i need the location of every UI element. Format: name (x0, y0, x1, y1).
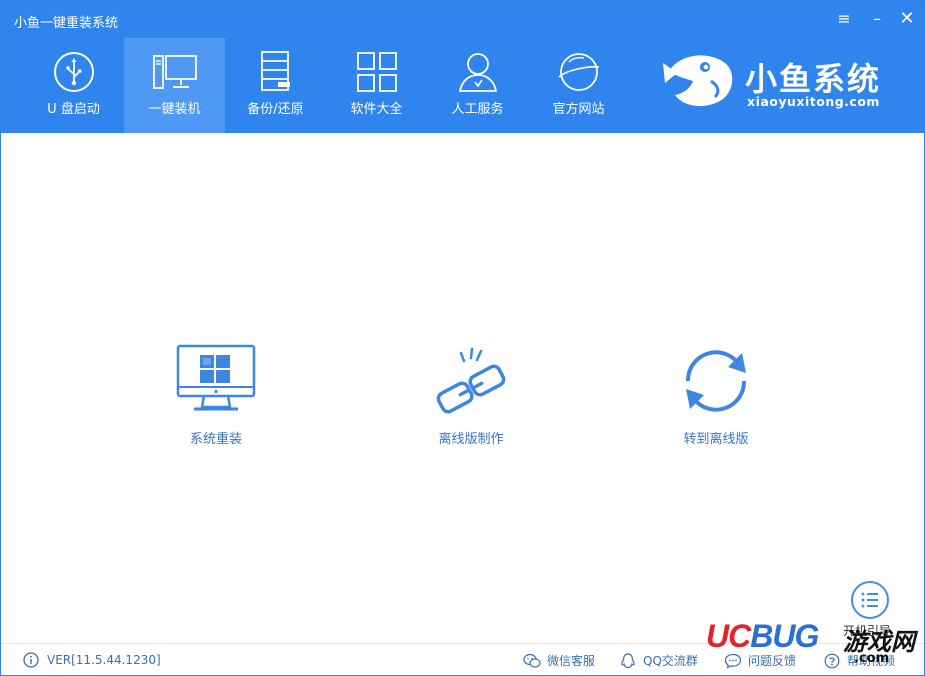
nav-tab-label: 软件大全 (350, 102, 403, 117)
brand-logo: 小鱼系统 xiaoyuxitong.com (663, 49, 913, 119)
minimize-icon[interactable]: – (867, 9, 887, 29)
info-icon (23, 652, 39, 668)
help-icon (824, 653, 840, 668)
nav-tab-backup-restore[interactable]: 备份/还原 (225, 38, 326, 133)
nav-tab-support[interactable]: 人工服务 (427, 38, 528, 133)
feedback-icon (724, 653, 742, 669)
close-icon[interactable]: ✕ (897, 9, 917, 29)
boot-guide-label: 开机引导 (843, 624, 892, 638)
version-info[interactable]: VER[11.5.44.1230] (23, 652, 161, 668)
nav-tab-label: 人工服务 (451, 102, 504, 117)
action-label: 转到离线版 (683, 432, 749, 447)
nav-tab-label: 备份/还原 (247, 102, 304, 117)
nav-tab-one-click-install[interactable]: 一键装机 (124, 38, 225, 133)
refresh-cycle-icon (685, 350, 747, 412)
action-label: 系统重装 (189, 432, 242, 447)
menu-icon[interactable]: ≡ (834, 9, 854, 29)
footer-link-label: 帮助视频 (847, 654, 896, 668)
action-label: 离线版制作 (438, 432, 504, 447)
boot-guide-button[interactable] (851, 581, 889, 619)
header-bar: 小鱼一键重装系统 ≡ – ✕ U 盘启动 一键装机 备份/还原 软件大全 人工服… (1, 1, 924, 133)
usb-icon (54, 52, 94, 92)
version-text: VER[11.5.44.1230] (47, 653, 161, 667)
help-video-link[interactable]: 帮助视频 (823, 652, 895, 669)
nav-tab-software[interactable]: 软件大全 (326, 38, 427, 133)
nav-tab-label: 一键装机 (148, 102, 201, 117)
qq-icon (621, 652, 635, 668)
nav-tab-label: 官方网站 (552, 102, 605, 117)
nav-tab-label: U 盘启动 (47, 102, 100, 117)
backup-icon (261, 51, 290, 91)
nav-tab-official-site[interactable]: 官方网站 (528, 38, 629, 133)
globe-icon (558, 53, 600, 91)
system-reinstall-button[interactable]: 系统重装 (136, 341, 296, 451)
logo-domain: xiaoyuxitong.com (747, 94, 880, 109)
app-title: 小鱼一键重装系统 (14, 16, 119, 31)
nav-tab-usb-boot[interactable]: U 盘启动 (23, 38, 124, 133)
footer-link-label: 问题反馈 (748, 654, 797, 668)
computer-icon (153, 55, 197, 89)
monitor-windows-icon (176, 344, 256, 411)
feedback-link[interactable]: 问题反馈 (724, 652, 796, 669)
chain-link-icon (436, 347, 506, 414)
app-window: 小鱼一键重装系统 ≡ – ✕ U 盘启动 一键装机 备份/还原 软件大全 人工服… (0, 0, 925, 676)
footer-link-label: 微信客服 (547, 654, 596, 668)
wechat-support-link[interactable]: 微信客服 (523, 652, 595, 669)
apps-grid-icon (357, 52, 397, 92)
main-nav: U 盘启动 一键装机 备份/还原 软件大全 人工服务 官方网站 (23, 38, 629, 133)
status-footer: VER[11.5.44.1230] 微信客服 QQ交流群 问题反馈 帮助视频 (1, 643, 924, 675)
support-person-icon (458, 53, 498, 92)
wechat-icon (523, 653, 541, 668)
switch-offline-button[interactable]: 转到离线版 (636, 341, 796, 451)
qq-group-link[interactable]: QQ交流群 (619, 652, 698, 669)
list-menu-icon (861, 592, 878, 608)
offline-build-button[interactable]: 离线版制作 (391, 341, 551, 451)
fish-logo-icon (663, 55, 733, 107)
footer-link-label: QQ交流群 (643, 654, 698, 668)
